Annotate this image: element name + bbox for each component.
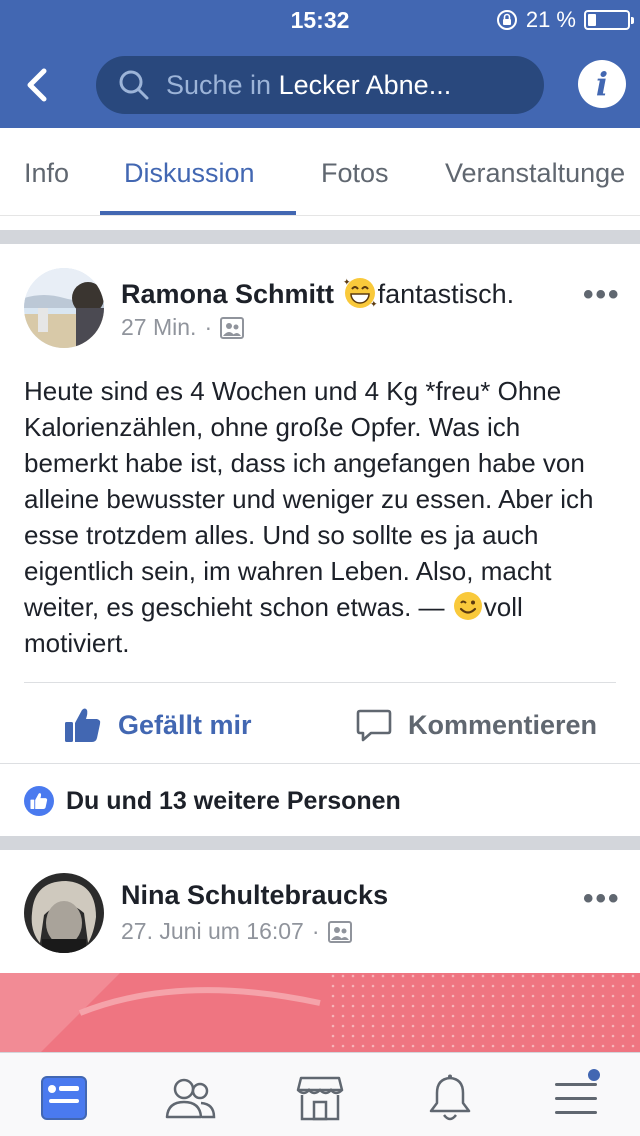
bottom-navigation bbox=[0, 1052, 640, 1136]
svg-text:✦: ✦ bbox=[370, 300, 378, 310]
grinning-face-icon: ✦ ✦ bbox=[343, 278, 378, 310]
meta-dot: · bbox=[204, 314, 213, 340]
avatar-photo bbox=[24, 873, 104, 953]
post-author[interactable]: Nina Schultebraucks bbox=[121, 880, 388, 911]
back-button[interactable] bbox=[14, 60, 58, 110]
post-meta: 27 Min. · bbox=[121, 314, 245, 341]
reactions-text: Du und 13 weitere Personen bbox=[66, 786, 401, 815]
thumbs-up-icon bbox=[65, 708, 101, 742]
group-tabs: Info Diskussion Fotos Veranstaltunge bbox=[0, 128, 640, 216]
nav-marketplace[interactable] bbox=[290, 1071, 350, 1125]
post-time[interactable]: 27. Juni um 16:07 bbox=[121, 918, 304, 945]
feed-separator bbox=[0, 836, 640, 850]
author-name: Ramona Schmitt bbox=[121, 279, 335, 309]
app-header: 15:32 21 % Suche in Lecker Abne... i bbox=[0, 0, 640, 128]
avatar[interactable] bbox=[24, 268, 104, 348]
search-input[interactable]: Suche in Lecker Abne... bbox=[96, 56, 544, 114]
info-button[interactable]: i bbox=[578, 60, 626, 108]
status-indicators: 21 % bbox=[496, 7, 634, 33]
group-audience-icon bbox=[220, 316, 245, 339]
post-image[interactable] bbox=[0, 973, 640, 1053]
marketplace-icon bbox=[296, 1076, 344, 1121]
comment-button[interactable]: Kommentieren bbox=[356, 700, 597, 750]
post-body: Heute sind es 4 Wochen und 4 Kg *freu* O… bbox=[24, 373, 620, 661]
status-bar: 15:32 21 % bbox=[0, 0, 640, 42]
tab-diskussion[interactable]: Diskussion bbox=[124, 158, 255, 189]
svg-text:✦: ✦ bbox=[343, 278, 351, 288]
post-options-button[interactable]: ••• bbox=[583, 882, 621, 916]
like-reaction-icon bbox=[24, 786, 54, 816]
orientation-lock-icon bbox=[496, 10, 517, 30]
like-label: Gefällt mir bbox=[118, 709, 252, 740]
post-options-button[interactable]: ••• bbox=[583, 278, 621, 312]
comment-icon bbox=[356, 709, 392, 742]
search-placeholder: Suche in Lecker Abne... bbox=[166, 70, 451, 101]
post-text: Heute sind es 4 Wochen und 4 Kg *freu* O… bbox=[24, 376, 594, 622]
search-group-name: Lecker Abne... bbox=[278, 69, 452, 100]
search-prefix: Suche in bbox=[166, 69, 272, 100]
battery-level bbox=[588, 14, 596, 26]
meta-dot: · bbox=[311, 918, 320, 944]
post-time[interactable]: 27 Min. bbox=[121, 314, 196, 341]
search-icon bbox=[119, 70, 149, 100]
reactions-summary[interactable]: Du und 13 weitere Personen bbox=[24, 786, 401, 816]
avatar[interactable] bbox=[24, 873, 104, 953]
menu-icon bbox=[555, 1083, 597, 1114]
comment-label: Kommentieren bbox=[408, 709, 598, 740]
nav-bar: Suche in Lecker Abne... i bbox=[0, 42, 640, 128]
author-name: Nina Schultebraucks bbox=[121, 880, 389, 910]
tab-fotos[interactable]: Fotos bbox=[321, 158, 389, 189]
feeling-text: fantastisch. bbox=[377, 279, 515, 309]
battery-percent: 21 % bbox=[525, 7, 576, 32]
post-divider bbox=[24, 682, 616, 683]
avatar-photo bbox=[24, 268, 104, 348]
nav-notifications[interactable] bbox=[420, 1071, 480, 1125]
post-image-art bbox=[0, 973, 640, 1053]
nav-friends[interactable] bbox=[160, 1071, 220, 1125]
friends-icon bbox=[165, 1078, 216, 1119]
feed-separator bbox=[0, 230, 640, 244]
battery-icon bbox=[584, 10, 634, 30]
news-feed-icon bbox=[41, 1076, 87, 1120]
chevron-left-icon bbox=[27, 68, 47, 102]
group-audience-icon bbox=[327, 920, 352, 943]
notifications-bell-icon bbox=[429, 1074, 471, 1121]
nav-menu[interactable] bbox=[546, 1067, 606, 1125]
smiling-face-icon bbox=[453, 592, 482, 620]
post-meta: 27. Juni um 16:07 · bbox=[121, 918, 352, 945]
nav-news-feed[interactable] bbox=[34, 1071, 94, 1125]
actions-divider bbox=[0, 763, 640, 764]
tab-veranstaltungen[interactable]: Veranstaltunge bbox=[445, 158, 625, 189]
tab-info[interactable]: Info bbox=[24, 158, 69, 189]
active-tab-indicator bbox=[100, 211, 296, 215]
like-button[interactable]: Gefällt mir bbox=[64, 700, 252, 750]
post-author[interactable]: Ramona Schmitt ✦ ✦ fantastisch. bbox=[121, 276, 514, 310]
menu-notification-badge bbox=[586, 1067, 602, 1083]
